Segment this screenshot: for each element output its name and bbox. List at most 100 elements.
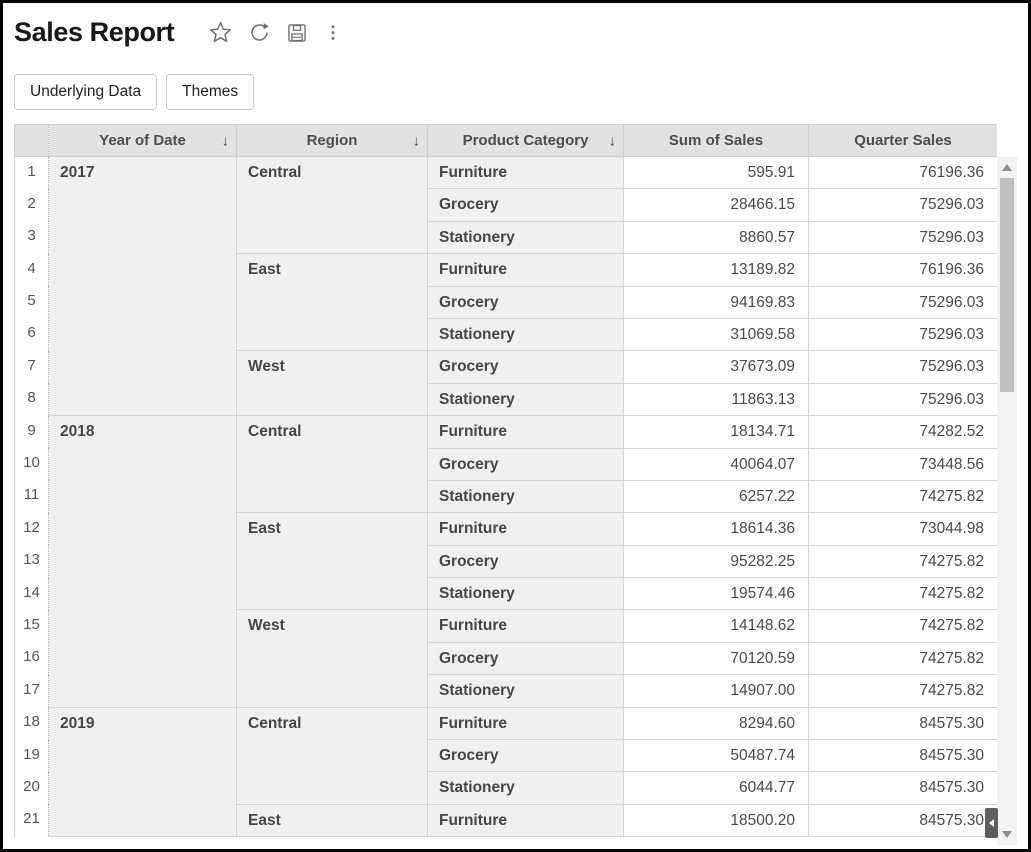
quarter-sales-cell[interactable]: 75296.03 (809, 221, 998, 253)
row-number: 10 (15, 448, 49, 480)
sum-of-sales-cell[interactable]: 8294.60 (624, 707, 809, 739)
quarter-sales-cell[interactable]: 74275.82 (809, 578, 998, 610)
scroll-down-icon[interactable] (1002, 831, 1012, 838)
sum-of-sales-cell[interactable]: 40064.07 (624, 448, 809, 480)
sum-of-sales-cell[interactable]: 6044.77 (624, 772, 809, 804)
column-header-region[interactable]: Region↓ (237, 125, 428, 157)
refresh-icon[interactable] (248, 21, 271, 44)
product-category-cell[interactable]: Stationery (428, 578, 624, 610)
quarter-sales-cell[interactable]: 73044.98 (809, 513, 998, 545)
quarter-sales-cell[interactable]: 74275.82 (809, 545, 998, 577)
year-cell[interactable]: 2017 (49, 157, 237, 416)
product-category-cell[interactable]: Stationery (428, 318, 624, 350)
quarter-sales-cell[interactable]: 84575.30 (809, 804, 998, 836)
quarter-sales-cell[interactable]: 75296.03 (809, 189, 998, 221)
titlebar: Sales Report (14, 17, 343, 48)
quarter-sales-cell[interactable]: 73448.56 (809, 448, 998, 480)
product-category-cell[interactable]: Grocery (428, 740, 624, 772)
product-category-cell[interactable]: Furniture (428, 157, 624, 189)
quarter-sales-cell[interactable]: 74275.82 (809, 480, 998, 512)
scroll-up-icon[interactable] (1002, 164, 1012, 171)
product-category-cell[interactable]: Furniture (428, 513, 624, 545)
quarter-sales-cell[interactable]: 84575.30 (809, 740, 998, 772)
year-cell[interactable]: 2019 (49, 707, 237, 837)
product-category-cell[interactable]: Grocery (428, 545, 624, 577)
quarter-sales-cell[interactable]: 74275.82 (809, 642, 998, 674)
region-cell[interactable]: East (237, 254, 428, 351)
sum-of-sales-cell[interactable]: 18500.20 (624, 804, 809, 836)
sort-desc-icon[interactable]: ↓ (609, 132, 617, 149)
sum-of-sales-cell[interactable]: 8860.57 (624, 221, 809, 253)
underlying-data-button[interactable]: Underlying Data (14, 74, 157, 110)
quarter-sales-cell[interactable]: 76196.36 (809, 254, 998, 286)
year-cell[interactable]: 2018 (49, 416, 237, 708)
sum-of-sales-cell[interactable]: 70120.59 (624, 642, 809, 674)
product-category-cell[interactable]: Grocery (428, 642, 624, 674)
column-header-year-of-date[interactable]: Year of Date↓ (49, 125, 237, 157)
sum-of-sales-cell[interactable]: 6257.22 (624, 480, 809, 512)
column-header-quarter-sales[interactable]: Quarter Sales (809, 125, 998, 157)
vertical-scrollbar[interactable] (997, 157, 1017, 845)
product-category-cell[interactable]: Grocery (428, 286, 624, 318)
save-icon[interactable] (286, 22, 308, 44)
product-category-cell[interactable]: Grocery (428, 189, 624, 221)
quarter-sales-cell[interactable]: 76196.36 (809, 157, 998, 189)
product-category-cell[interactable]: Grocery (428, 448, 624, 480)
quarter-sales-cell[interactable]: 84575.30 (809, 707, 998, 739)
quarter-sales-cell[interactable]: 74275.82 (809, 610, 998, 642)
product-category-cell[interactable]: Furniture (428, 416, 624, 448)
sum-of-sales-cell[interactable]: 13189.82 (624, 254, 809, 286)
scroll-left-icon (989, 819, 994, 827)
sum-of-sales-cell[interactable]: 18614.36 (624, 513, 809, 545)
quarter-sales-cell[interactable]: 74282.52 (809, 416, 998, 448)
vertical-scrollbar-thumb[interactable] (1000, 178, 1014, 392)
sum-of-sales-cell[interactable]: 11863.13 (624, 383, 809, 415)
region-cell[interactable]: East (237, 513, 428, 610)
quarter-sales-cell[interactable]: 75296.03 (809, 351, 998, 383)
sum-of-sales-cell[interactable]: 94169.83 (624, 286, 809, 318)
sum-of-sales-cell[interactable]: 28466.15 (624, 189, 809, 221)
sum-of-sales-cell[interactable]: 18134.71 (624, 416, 809, 448)
region-cell[interactable]: West (237, 610, 428, 707)
product-category-cell[interactable]: Furniture (428, 804, 624, 836)
quarter-sales-cell[interactable]: 75296.03 (809, 383, 998, 415)
product-category-cell[interactable]: Stationery (428, 383, 624, 415)
sum-of-sales-cell[interactable]: 31069.58 (624, 318, 809, 350)
region-cell[interactable]: Central (237, 707, 428, 804)
sort-desc-icon[interactable]: ↓ (413, 132, 421, 149)
column-label: Quarter Sales (854, 132, 952, 149)
product-category-cell[interactable]: Stationery (428, 221, 624, 253)
sum-of-sales-cell[interactable]: 14907.00 (624, 675, 809, 707)
sum-of-sales-cell[interactable]: 37673.09 (624, 351, 809, 383)
column-header-sum-of-sales[interactable]: Sum of Sales (624, 125, 809, 157)
product-category-cell[interactable]: Stationery (428, 675, 624, 707)
sum-of-sales-cell[interactable]: 14148.62 (624, 610, 809, 642)
sort-desc-icon[interactable]: ↓ (222, 132, 230, 149)
sum-of-sales-cell[interactable]: 50487.74 (624, 740, 809, 772)
product-category-cell[interactable]: Stationery (428, 772, 624, 804)
region-cell[interactable]: Central (237, 416, 428, 513)
product-category-cell[interactable]: Stationery (428, 480, 624, 512)
region-cell[interactable]: West (237, 351, 428, 416)
region-cell[interactable]: Central (237, 157, 428, 254)
more-options-icon[interactable] (323, 22, 343, 44)
row-number: 15 (15, 610, 49, 642)
column-header-product-category[interactable]: Product Category↓ (428, 125, 624, 157)
quarter-sales-cell[interactable]: 84575.30 (809, 772, 998, 804)
region-cell[interactable]: East (237, 804, 428, 836)
horizontal-scroll-handle[interactable] (985, 808, 998, 838)
sum-of-sales-cell[interactable]: 95282.25 (624, 545, 809, 577)
themes-button[interactable]: Themes (166, 74, 254, 110)
sum-of-sales-cell[interactable]: 595.91 (624, 157, 809, 189)
product-category-cell[interactable]: Furniture (428, 707, 624, 739)
sum-of-sales-cell[interactable]: 19574.46 (624, 578, 809, 610)
table-row: 12017CentralFurniture595.9176196.36 (15, 157, 998, 189)
product-category-cell[interactable]: Grocery (428, 351, 624, 383)
quarter-sales-cell[interactable]: 75296.03 (809, 286, 998, 318)
toolbar: Underlying Data Themes (14, 74, 254, 110)
product-category-cell[interactable]: Furniture (428, 610, 624, 642)
favorite-star-icon[interactable] (208, 20, 233, 45)
quarter-sales-cell[interactable]: 74275.82 (809, 675, 998, 707)
quarter-sales-cell[interactable]: 75296.03 (809, 318, 998, 350)
product-category-cell[interactable]: Furniture (428, 254, 624, 286)
